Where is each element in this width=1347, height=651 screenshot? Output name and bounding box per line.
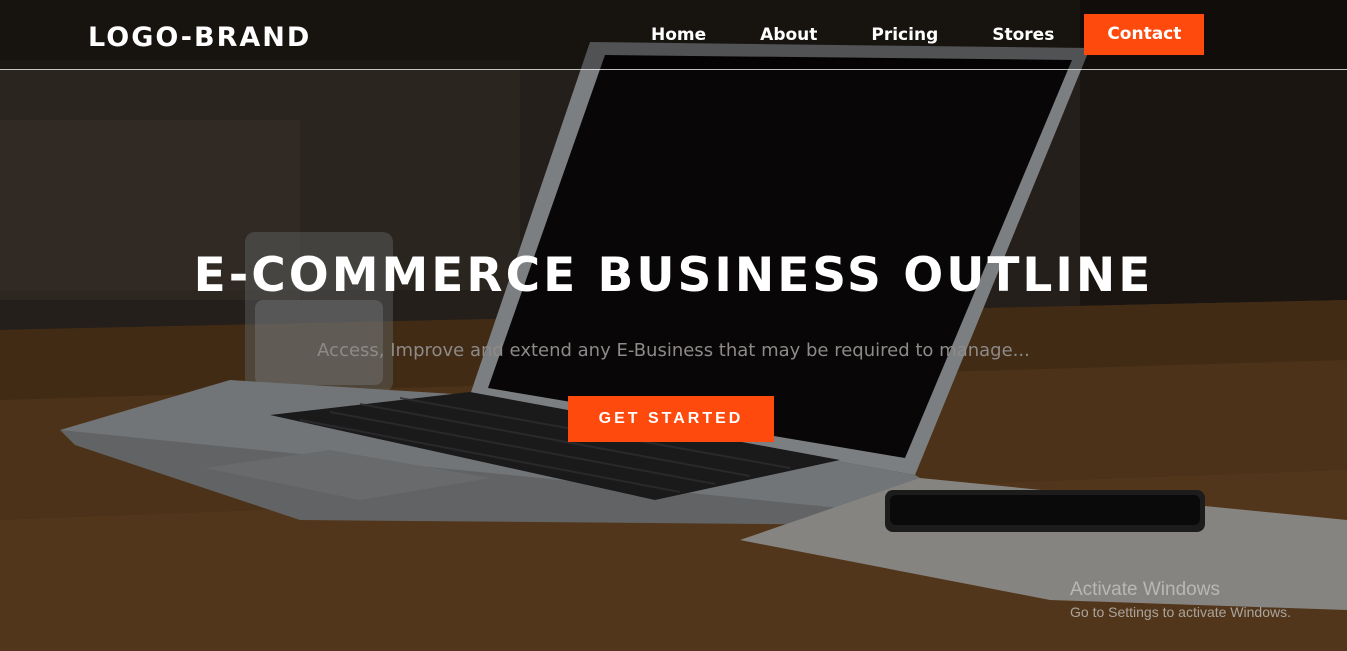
nav-about-link[interactable]: About — [733, 25, 844, 45]
nav-home-link[interactable]: Home — [624, 25, 733, 45]
nav-pricing-link[interactable]: Pricing — [844, 25, 965, 45]
watermark-title: Activate Windows — [1070, 579, 1220, 600]
watermark-subtitle: Go to Settings to activate Windows. — [1070, 604, 1291, 620]
dark-overlay — [0, 0, 1347, 651]
nav-links: Home About Pricing Stores Contact — [624, 14, 1205, 55]
hero-title: E-COMMERCE BUSINESS OUTLINE — [193, 248, 1154, 303]
nav-stores-link[interactable]: Stores — [965, 25, 1081, 45]
hero-background-image — [0, 0, 1347, 651]
hero-subtitle: Access, Improve and extend any E-Busines… — [317, 340, 1030, 361]
brand-logo[interactable]: LOGO-BRAND — [88, 22, 311, 53]
contact-button[interactable]: Contact — [1084, 14, 1205, 55]
top-navbar: LOGO-BRAND Home About Pricing Stores Con… — [0, 0, 1347, 70]
activate-windows-watermark: Activate Windows Go to Settings to activ… — [1070, 579, 1291, 620]
get-started-button[interactable]: GET STARTED — [568, 396, 774, 442]
